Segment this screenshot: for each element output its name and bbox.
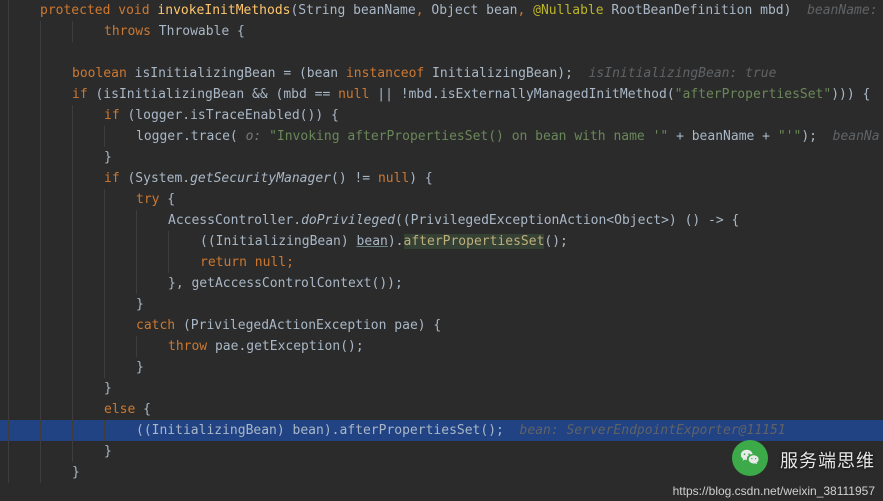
code-line[interactable]: } xyxy=(0,357,883,378)
method-name: invokeInitMethods xyxy=(157,3,290,18)
code-line[interactable]: boolean isInitializingBean = (bean insta… xyxy=(0,63,883,84)
code-line[interactable]: ((InitializingBean) bean).afterPropertie… xyxy=(0,231,883,252)
code-text: || !mbd.isExternallyManagedInitMethod( xyxy=(369,87,674,102)
method-call: getSecurityManager xyxy=(190,171,331,186)
code-text: isInitializingBean = (bean xyxy=(127,66,346,81)
param-hint: o: xyxy=(238,129,269,144)
code-text: ). xyxy=(388,234,404,249)
code-line[interactable]: try { xyxy=(0,189,883,210)
code-text: Throwable { xyxy=(151,24,245,39)
inline-hint: beanName: xyxy=(791,3,877,18)
keyword: throw xyxy=(168,339,207,354)
string-literal: "Invoking afterPropertiesSet() on bean w… xyxy=(269,129,668,144)
keyword: protected xyxy=(40,3,110,18)
comma: , xyxy=(416,3,424,18)
code-text: { xyxy=(135,402,151,417)
code-line[interactable]: catch (PrivilegedActionException pae) { xyxy=(0,315,883,336)
inline-hint: isInitializingBean: true xyxy=(573,66,777,81)
code-line[interactable]: protected void invokeInitMethods(String … xyxy=(0,0,883,21)
keyword: try xyxy=(136,192,159,207)
keyword: else xyxy=(104,402,135,417)
highlighted-line[interactable]: ((InitializingBean) bean).afterPropertie… xyxy=(0,420,883,441)
brace: } xyxy=(104,444,112,459)
code-line[interactable]: if (logger.isTraceEnabled()) { xyxy=(0,105,883,126)
code-line[interactable]: else { xyxy=(0,399,883,420)
wechat-logo-icon xyxy=(732,440,768,476)
keyword: if xyxy=(104,108,120,123)
code-text: InitializingBean); xyxy=(424,66,573,81)
code-text: + beanName + xyxy=(668,129,778,144)
keyword: if xyxy=(72,87,88,102)
keyword: throws xyxy=(104,24,151,39)
code-line[interactable]: } xyxy=(0,147,883,168)
code-line[interactable] xyxy=(0,42,883,63)
semicolon: ; xyxy=(286,255,294,270)
keyword: null xyxy=(247,255,286,270)
keyword: return xyxy=(200,255,247,270)
code-text: RootBeanDefinition mbd) xyxy=(604,3,792,18)
code-text: pae.getException(); xyxy=(207,339,364,354)
brace: } xyxy=(136,297,144,312)
code-text: ); xyxy=(801,129,817,144)
code-line[interactable]: throws Throwable { xyxy=(0,21,883,42)
variable: bean xyxy=(357,234,388,249)
code-line[interactable]: } xyxy=(0,294,883,315)
keyword: void xyxy=(118,3,149,18)
code-text: { xyxy=(159,192,175,207)
brace: } xyxy=(136,360,144,375)
code-text: }, getAccessControlContext()); xyxy=(168,276,403,291)
comma: , xyxy=(517,3,525,18)
method-call: doPrivileged xyxy=(301,213,395,228)
code-line[interactable]: logger.trace( o: "Invoking afterProperti… xyxy=(0,126,883,147)
brace: } xyxy=(104,150,112,165)
code-line[interactable]: if (System.getSecurityManager() != null)… xyxy=(0,168,883,189)
code-text: ) { xyxy=(409,171,432,186)
annotation: @Nullable xyxy=(533,3,603,18)
code-line[interactable]: } xyxy=(0,378,883,399)
code-text: (isInitializingBean && (mbd == xyxy=(88,87,338,102)
code-text: logger xyxy=(136,129,183,144)
keyword: if xyxy=(104,171,120,186)
code-text: (System. xyxy=(120,171,190,186)
keyword: instanceof xyxy=(346,66,424,81)
string-literal: "afterPropertiesSet" xyxy=(675,87,832,102)
code-text: (PrivilegedActionException pae) { xyxy=(175,318,441,333)
code-text: ((InitializingBean) bean).afterPropertie… xyxy=(136,423,504,438)
code-text: (String beanName xyxy=(290,3,415,18)
code-line[interactable]: throw pae.getException(); xyxy=(0,336,883,357)
code-text: ((PrivilegedExceptionAction<Object>) () … xyxy=(395,213,739,228)
brace: } xyxy=(72,465,80,480)
code-text: .trace( xyxy=(183,129,238,144)
code-editor[interactable]: protected void invokeInitMethods(String … xyxy=(0,0,883,483)
code-text: (); xyxy=(544,234,567,249)
keyword: boolean xyxy=(72,66,127,81)
code-line[interactable]: }, getAccessControlContext()); xyxy=(0,273,883,294)
code-line[interactable]: if (isInitializingBean && (mbd == null |… xyxy=(0,84,883,105)
code-line[interactable]: AccessController.doPrivileged((Privilege… xyxy=(0,210,883,231)
code-text: () != xyxy=(331,171,378,186)
watermark-text: 服务端思维 xyxy=(780,447,875,473)
watermark-url: https://blog.csdn.net/weixin_38111957 xyxy=(673,484,875,498)
keyword: null xyxy=(338,87,369,102)
string-literal: "'" xyxy=(778,129,801,144)
code-line[interactable]: return null; xyxy=(0,252,883,273)
inline-hint: beanNa xyxy=(817,129,880,144)
code-text: ))) { xyxy=(831,87,870,102)
code-text: ((InitializingBean) xyxy=(200,234,357,249)
method-call: afterPropertiesSet xyxy=(404,234,545,249)
inline-hint: bean: ServerEndpointExporter@11151 xyxy=(504,423,786,438)
code-text: (logger.isTraceEnabled()) { xyxy=(120,108,339,123)
code-text: Object bean xyxy=(424,3,518,18)
keyword: null xyxy=(378,171,409,186)
keyword: catch xyxy=(136,318,175,333)
brace: } xyxy=(104,381,112,396)
code-text: AccessController. xyxy=(168,213,301,228)
